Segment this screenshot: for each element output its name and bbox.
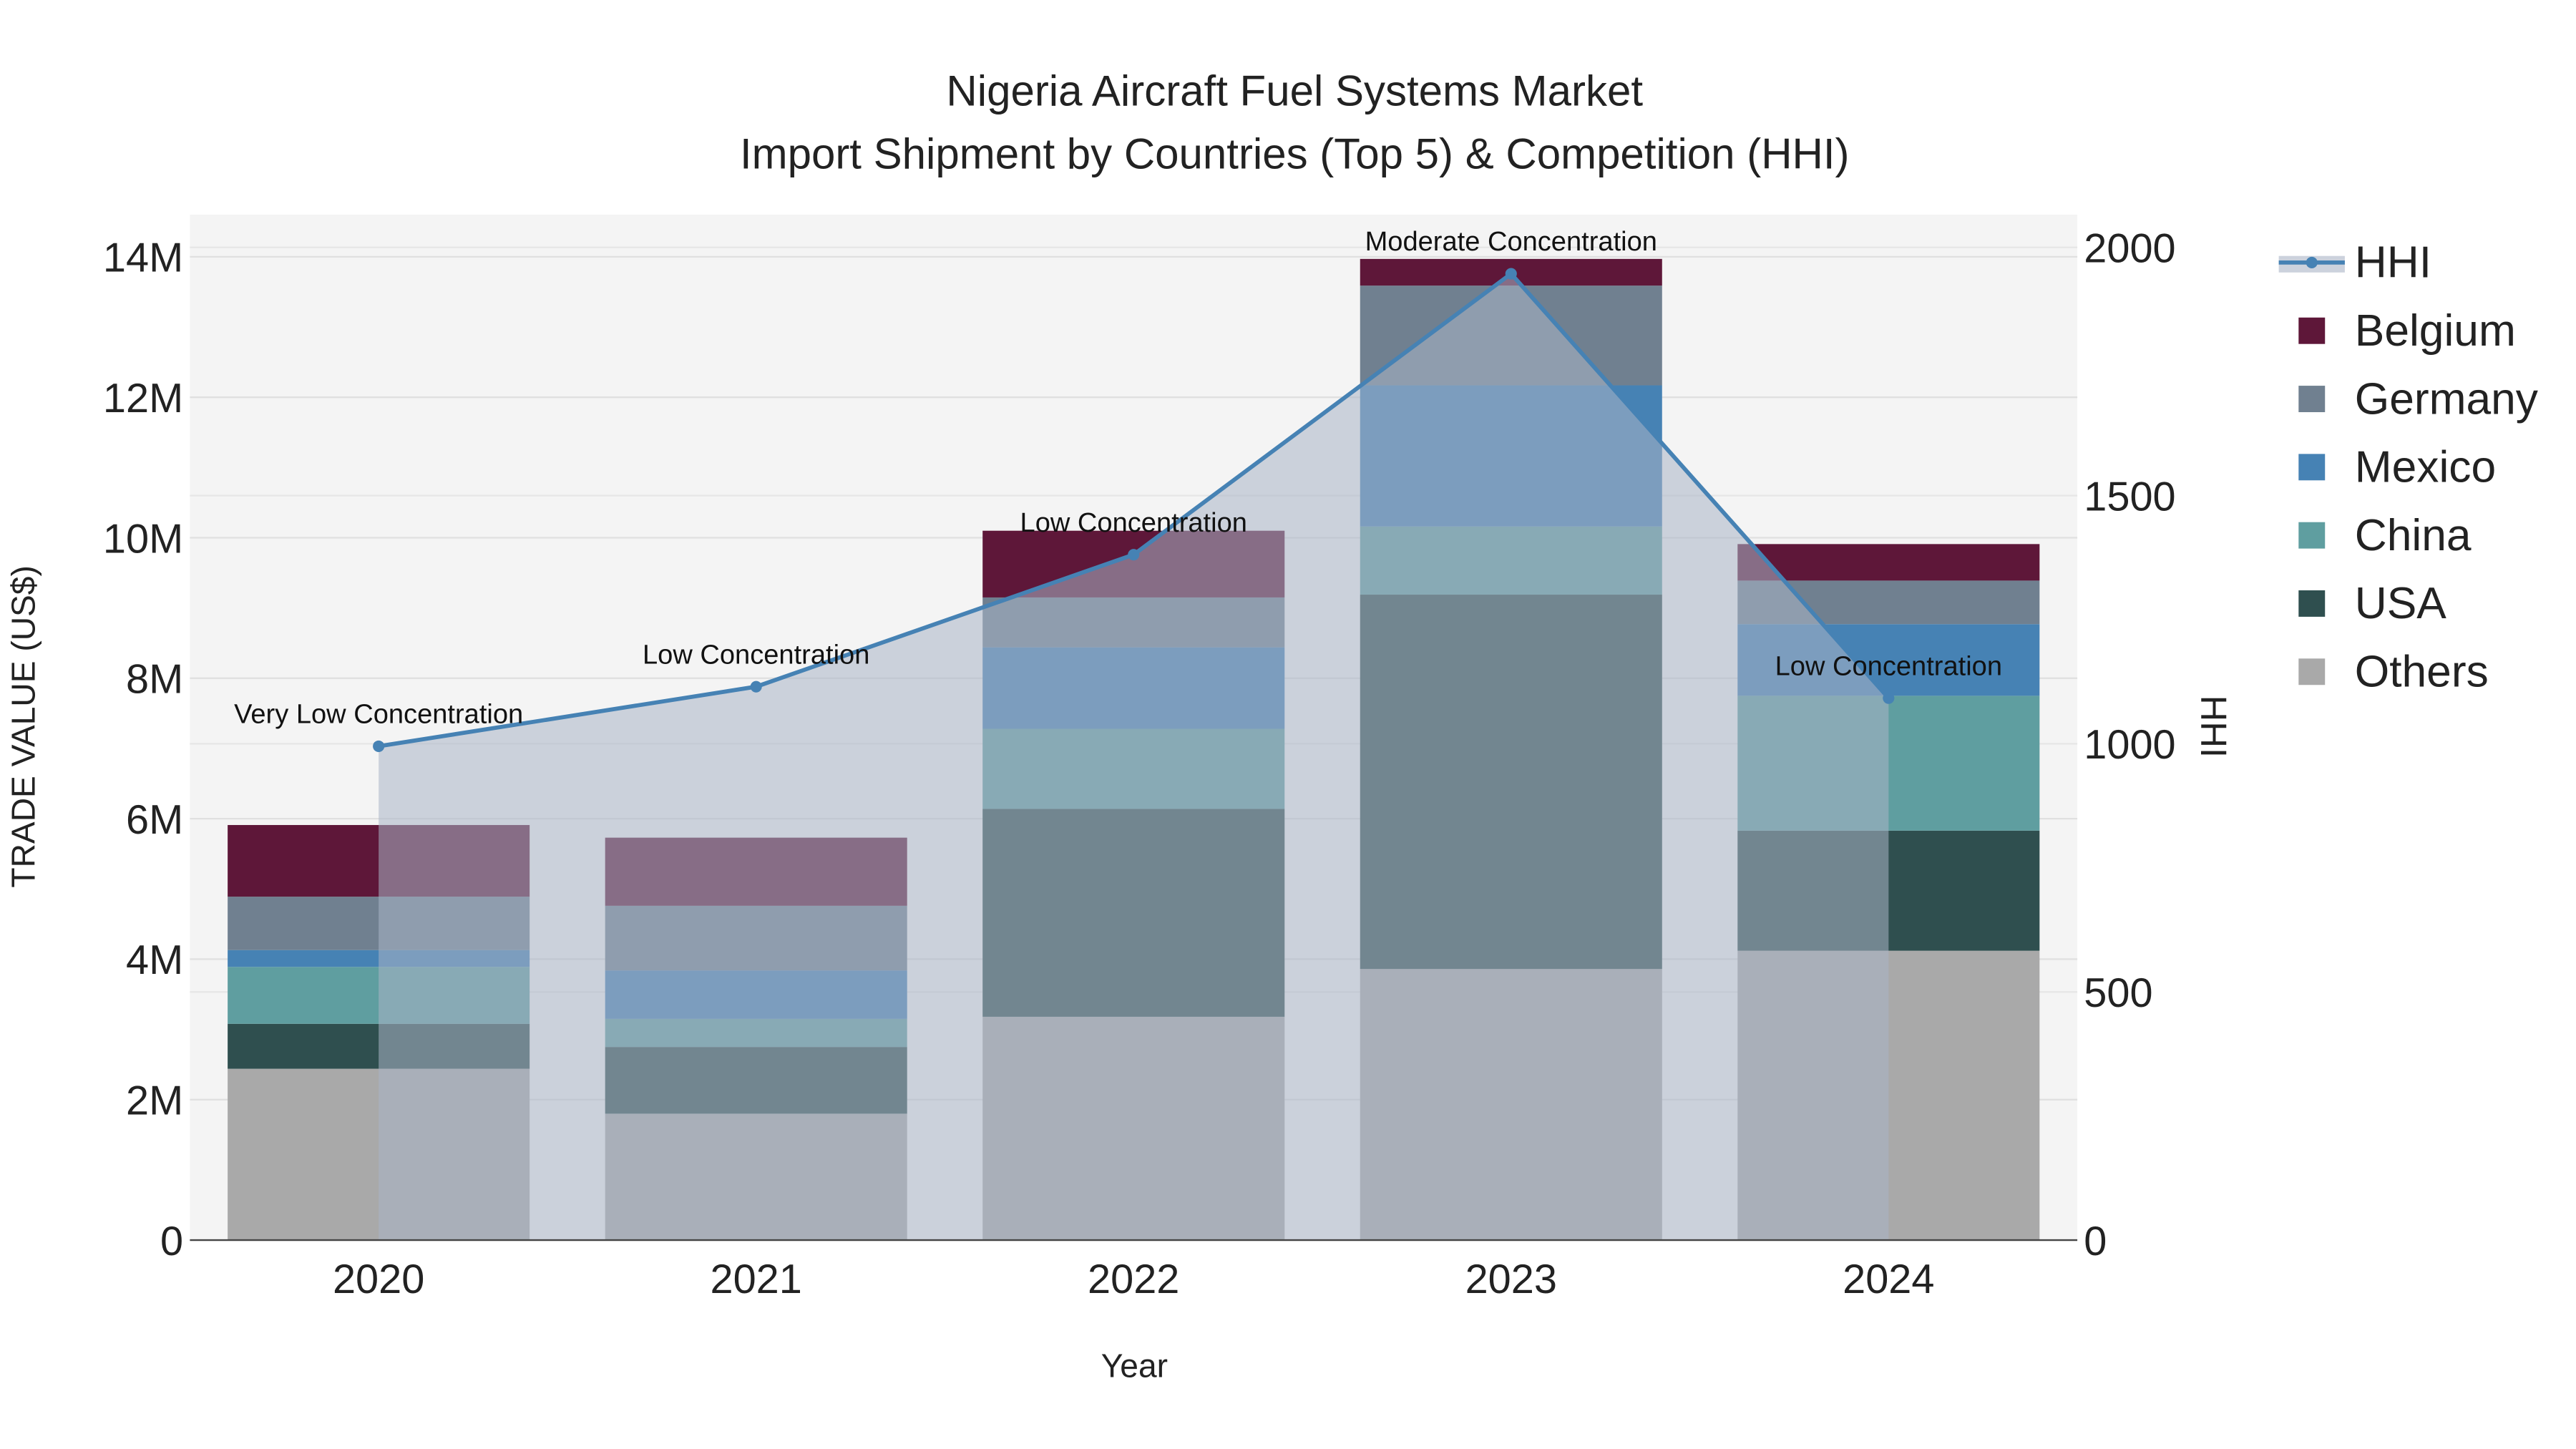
x-tick-label: 2021 <box>711 1257 802 1302</box>
legend-label-usa: USA <box>2355 579 2447 628</box>
hhi-annotation: Low Concentration <box>1020 508 1247 538</box>
legend-marker-hhi <box>2306 256 2318 268</box>
y2-tick-label: 1000 <box>2084 722 2175 768</box>
hhi-annotation: Low Concentration <box>643 640 869 670</box>
legend-swatch-mexico <box>2298 454 2326 481</box>
y-tick-label: 6M <box>126 797 183 843</box>
legend-swatch-belgium <box>2298 317 2326 344</box>
legend-label-mexico: Mexico <box>2355 443 2496 492</box>
bar-belgium <box>1737 544 2040 581</box>
x-tick-label: 2022 <box>1088 1257 1179 1302</box>
y-tick-label: 2M <box>126 1078 183 1124</box>
y-tick-label: 12M <box>103 376 183 421</box>
y-tick-label: 4M <box>126 937 183 983</box>
hhi-annotation: Low Concentration <box>1775 651 2002 681</box>
chart-subtitle: Import Shipment by Countries (Top 5) & C… <box>740 130 1850 177</box>
legend-label-hhi: HHI <box>2355 238 2431 288</box>
hhi-point <box>1128 549 1140 561</box>
y2-tick-label: 1500 <box>2084 474 2175 519</box>
y-tick-label: 8M <box>126 657 183 703</box>
legend-label-germany: Germany <box>2355 374 2539 424</box>
y-tick-label: 14M <box>103 235 183 281</box>
legend-swatch-others <box>2298 658 2326 686</box>
x-tick-label: 2024 <box>1843 1257 1934 1302</box>
chart-title: Nigeria Aircraft Fuel Systems Market <box>946 67 1643 115</box>
legend-label-belgium: Belgium <box>2355 306 2516 356</box>
y-tick-label: 10M <box>103 516 183 562</box>
y-tick-label: 0 <box>160 1219 183 1264</box>
y2-axis-label: HHI <box>2193 696 2234 758</box>
legend-swatch-usa <box>2298 590 2326 617</box>
legend-label-others: Others <box>2355 648 2489 697</box>
y2-tick-label: 2000 <box>2084 226 2175 272</box>
x-tick-label: 2020 <box>333 1257 424 1302</box>
hhi-annotation: Moderate Concentration <box>1365 227 1657 257</box>
legend-swatch-china <box>2298 522 2326 549</box>
legend-label-china: China <box>2355 511 2472 560</box>
y2-tick-label: 500 <box>2084 970 2152 1016</box>
hhi-point <box>1505 268 1517 280</box>
hhi-point <box>373 740 385 752</box>
x-axis-label: Year <box>1101 1347 1168 1385</box>
y-axis-label: TRADE VALUE (US$) <box>4 565 42 887</box>
x-tick-label: 2023 <box>1465 1257 1557 1302</box>
hhi-point <box>750 680 762 693</box>
hhi-point <box>1883 692 1895 704</box>
y2-tick-label: 0 <box>2084 1219 2107 1264</box>
hhi-annotation: Very Low Concentration <box>234 700 523 730</box>
chart: Very Low Concentration Low Concentration L… <box>4 67 2539 1385</box>
legend-swatch-germany <box>2298 386 2326 412</box>
